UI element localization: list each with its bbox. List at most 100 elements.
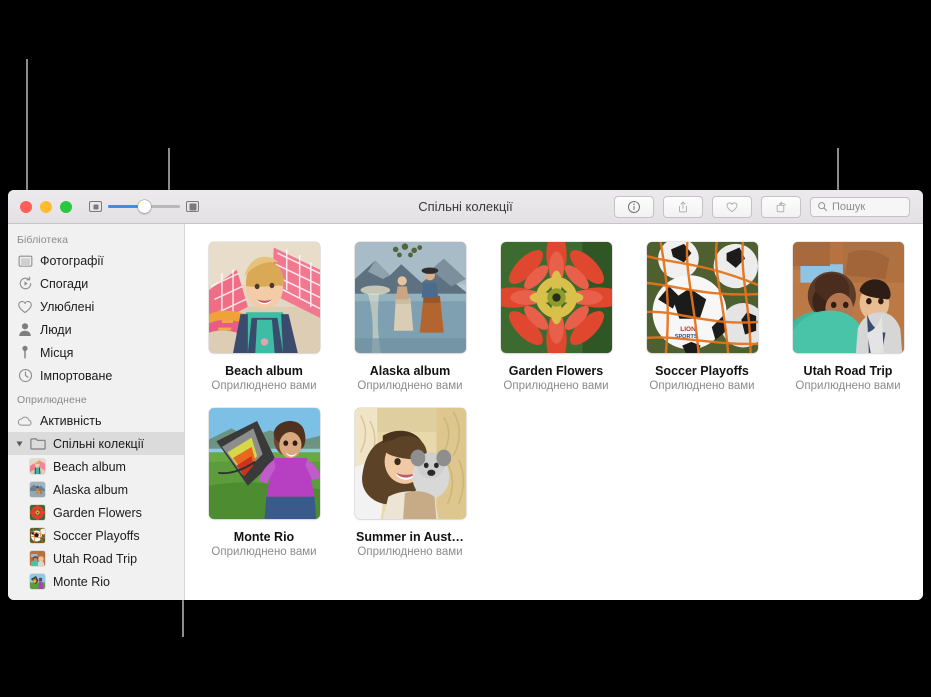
album-cell[interactable]: Monte Rio Оприлюднено вами bbox=[191, 408, 337, 558]
share-up-arrow-icon bbox=[679, 201, 687, 212]
album-subtitle: Оприлюднено вами bbox=[503, 380, 609, 392]
info-circle-icon bbox=[628, 200, 640, 213]
sidebar-item-soccer-playoffs[interactable]: Soccer Playoffs bbox=[8, 524, 184, 547]
thumbnail-size-slider-group[interactable] bbox=[89, 200, 199, 214]
search-placeholder: Пошук bbox=[832, 200, 866, 213]
window-body: Бібліотека Фотографії Спогади Улюблені Л… bbox=[8, 224, 923, 600]
soccer-playoffs-photo: LION SPORTS bbox=[646, 242, 758, 353]
photos-icon bbox=[17, 253, 33, 269]
cloud-icon bbox=[17, 413, 33, 429]
album-thumbnail[interactable] bbox=[792, 242, 904, 353]
traffic-light-buttons bbox=[8, 200, 72, 213]
sidebar-item-monte-rio[interactable]: Monte Rio bbox=[8, 570, 184, 593]
album-subtitle: Оприлюднено вами bbox=[649, 380, 755, 392]
sidebar: Бібліотека Фотографії Спогади Улюблені Л… bbox=[8, 224, 185, 600]
sidebar-item-label: Спогади bbox=[40, 276, 89, 291]
sidebar-item-label: Імпортоване bbox=[40, 368, 113, 383]
annotated-screenshot: Спільні колекції Пошук Бібліотека Фотогр… bbox=[0, 0, 931, 697]
album-cell[interactable]: LION SPORTS Soccer Playoffs Оприлюднено … bbox=[629, 242, 775, 392]
small-thumbnail-icon[interactable] bbox=[89, 201, 102, 212]
sidebar-item-label: Alaska album bbox=[53, 482, 129, 497]
album-thumbnail[interactable] bbox=[500, 242, 612, 353]
sidebar-section-header-library: Бібліотека bbox=[17, 234, 69, 246]
sidebar-item-photos[interactable]: Фотографії bbox=[8, 249, 184, 272]
sidebar-item-favorites[interactable]: Улюблені bbox=[8, 295, 184, 318]
garden-flowers-photo bbox=[500, 242, 612, 353]
sidebar-item-label: Люди bbox=[40, 322, 72, 337]
album-title: Summer in Aust… bbox=[356, 530, 464, 544]
zoom-button[interactable] bbox=[60, 200, 72, 213]
sidebar-item-beach-album[interactable]: Beach album bbox=[8, 455, 184, 478]
sidebar-item-utah-road-trip[interactable]: Utah Road Trip bbox=[8, 547, 184, 570]
album-subtitle: Оприлюднено вами bbox=[357, 380, 463, 392]
sidebar-item-people[interactable]: Люди bbox=[8, 318, 184, 341]
album-title: Monte Rio bbox=[233, 530, 295, 544]
alaska-photo bbox=[354, 242, 466, 353]
album-thumbnail[interactable] bbox=[354, 408, 466, 519]
favorite-button[interactable] bbox=[712, 195, 752, 218]
person-icon bbox=[17, 322, 33, 338]
album-thumbnail[interactable] bbox=[354, 242, 466, 353]
album-title: Utah Road Trip bbox=[803, 364, 893, 378]
rotate-icon bbox=[776, 201, 786, 212]
sidebar-item-shared-collections[interactable]: Спільні колекції bbox=[8, 432, 184, 455]
memories-icon bbox=[17, 276, 33, 292]
utah-road-trip-photo bbox=[792, 242, 904, 353]
search-field[interactable]: Пошук bbox=[810, 196, 910, 217]
close-button[interactable] bbox=[20, 200, 32, 213]
album-subtitle: Оприлюднено вами bbox=[211, 546, 317, 558]
album-cell[interactable]: Alaska album Оприлюднено вами bbox=[337, 242, 483, 392]
album-thumbnail[interactable] bbox=[208, 408, 320, 519]
photos-window: Спільні колекції Пошук Бібліотека Фотогр… bbox=[8, 190, 923, 600]
album-thumbnail-alaska bbox=[30, 482, 45, 497]
sidebar-item-places[interactable]: Місця bbox=[8, 341, 184, 364]
album-thumbnail[interactable]: LION SPORTS bbox=[646, 242, 758, 353]
sidebar-item-label: Utah Road Trip bbox=[53, 551, 138, 566]
info-button[interactable] bbox=[614, 195, 654, 218]
toolbar-actions: Пошук bbox=[614, 195, 923, 218]
map-pin-icon bbox=[17, 345, 33, 361]
album-cell[interactable]: Utah Road Trip Оприлюднено вами bbox=[775, 242, 921, 392]
sidebar-item-label: Beach album bbox=[53, 459, 126, 474]
sidebar-item-activity[interactable]: Активність bbox=[8, 409, 184, 432]
clock-icon bbox=[17, 368, 33, 384]
rotate-button[interactable] bbox=[761, 195, 801, 218]
sidebar-item-label: Місця bbox=[40, 345, 74, 360]
album-grid: Beach album Оприлюднено вами Alaska albu… bbox=[185, 242, 923, 574]
sidebar-section-header-shared: Оприлюднене bbox=[17, 394, 87, 406]
sidebar-item-label: Garden Flowers bbox=[53, 505, 142, 520]
large-thumbnail-icon[interactable] bbox=[186, 201, 199, 212]
sidebar-item-memories[interactable]: Спогади bbox=[8, 272, 184, 295]
album-thumbnail[interactable] bbox=[208, 242, 320, 353]
album-cell[interactable]: Beach album Оприлюднено вами bbox=[191, 242, 337, 392]
album-title: Garden Flowers bbox=[508, 364, 604, 378]
chevron-down-icon[interactable] bbox=[16, 441, 23, 446]
album-thumbnail-utah bbox=[30, 551, 45, 566]
album-title: Beach album bbox=[225, 364, 303, 378]
sidebar-item-label: Фотографії bbox=[40, 253, 104, 268]
sidebar-item-label: Улюблені bbox=[40, 299, 95, 314]
sidebar-item-imported[interactable]: Імпортоване bbox=[8, 364, 184, 387]
heart-icon bbox=[17, 299, 33, 315]
sidebar-item-garden-flowers[interactable]: Garden Flowers bbox=[8, 501, 184, 524]
window-titlebar: Спільні колекції Пошук bbox=[8, 190, 923, 224]
album-cell[interactable]: Garden Flowers Оприлюднено вами bbox=[483, 242, 629, 392]
album-thumbnail-soccer bbox=[30, 528, 45, 543]
sidebar-item-label: Soccer Playoffs bbox=[53, 528, 140, 543]
monte-rio-photo bbox=[208, 408, 320, 519]
svg-text:LION: LION bbox=[680, 326, 696, 333]
share-button[interactable] bbox=[663, 195, 703, 218]
heart-icon bbox=[726, 202, 738, 212]
summer-in-australia-photo bbox=[354, 408, 466, 519]
album-title: Soccer Playoffs bbox=[655, 364, 749, 378]
album-cell[interactable]: Summer in Aust… Оприлюднено вами bbox=[337, 408, 483, 558]
album-thumbnail-garden bbox=[30, 505, 45, 520]
minimize-button[interactable] bbox=[40, 200, 52, 213]
sidebar-item-label: Спільні колекції bbox=[53, 436, 144, 451]
beach-photo bbox=[208, 242, 320, 353]
album-thumbnail-beach bbox=[30, 459, 45, 474]
slider-knob[interactable] bbox=[138, 200, 152, 213]
sidebar-item-alaska-album[interactable]: Alaska album bbox=[8, 478, 184, 501]
sidebar-item-label: Monte Rio bbox=[53, 574, 110, 589]
thumbnail-size-slider[interactable] bbox=[108, 200, 180, 214]
